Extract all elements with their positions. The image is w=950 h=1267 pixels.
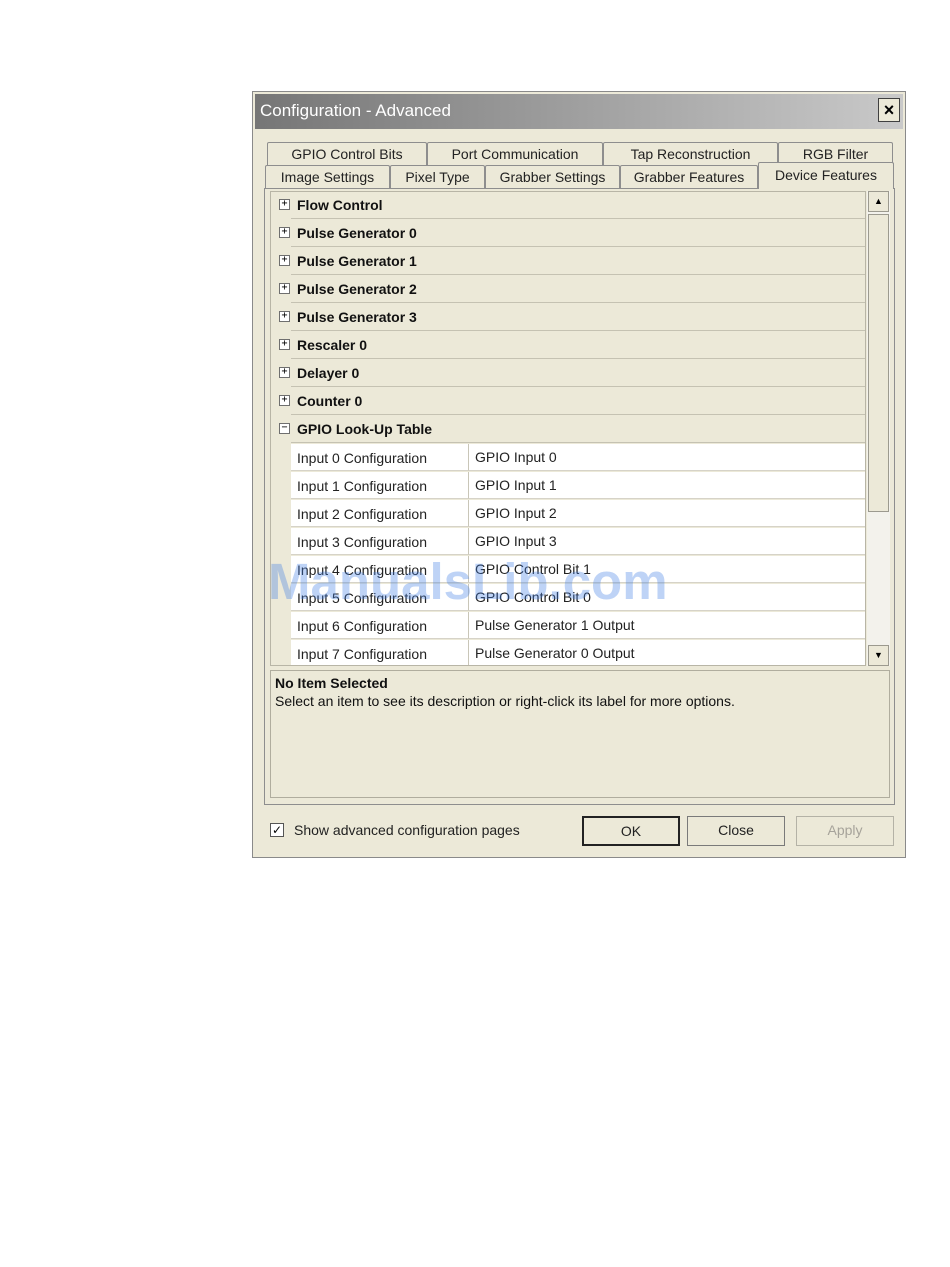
category-label: Pulse Generator 0	[291, 220, 865, 247]
tab-image-settings[interactable]: Image Settings	[265, 165, 390, 189]
category-label: Pulse Generator 2	[291, 276, 865, 303]
tab-grabber-settings[interactable]: Grabber Settings	[485, 165, 620, 189]
category-row-rescaler-0[interactable]: + Rescaler 0	[271, 332, 865, 360]
category-label: Counter 0	[291, 388, 865, 415]
property-name[interactable]: Input 1 Configuration	[291, 472, 469, 499]
show-advanced-checkbox[interactable]: ✓	[270, 823, 284, 837]
category-label: Rescaler 0	[291, 332, 865, 359]
vertical-scrollbar[interactable]: ▲ ▼	[867, 191, 890, 666]
property-name[interactable]: Input 3 Configuration	[291, 528, 469, 555]
property-row[interactable]: Input 0 Configuration GPIO Input 0	[271, 444, 865, 472]
category-label: Pulse Generator 1	[291, 248, 865, 275]
property-row[interactable]: Input 2 Configuration GPIO Input 2	[271, 500, 865, 528]
description-title: No Item Selected	[275, 675, 388, 691]
window-title: Configuration - Advanced	[260, 101, 451, 120]
description-text: Select an item to see its description or…	[275, 693, 735, 709]
close-button[interactable]: Close	[687, 816, 785, 846]
category-label: Pulse Generator 3	[291, 304, 865, 331]
category-row-pulse-generator-0[interactable]: + Pulse Generator 0	[271, 220, 865, 248]
category-label: Flow Control	[291, 192, 865, 219]
property-name[interactable]: Input 2 Configuration	[291, 500, 469, 527]
property-row[interactable]: Input 7 Configuration Pulse Generator 0 …	[271, 640, 865, 665]
property-row[interactable]: Input 6 Configuration Pulse Generator 1 …	[271, 612, 865, 640]
property-row[interactable]: Input 5 Configuration GPIO Control Bit 0	[271, 584, 865, 612]
tab-pixel-type[interactable]: Pixel Type	[390, 165, 485, 189]
plus-box-icon[interactable]: +	[279, 255, 290, 266]
scroll-down-icon[interactable]: ▼	[868, 645, 889, 666]
property-row[interactable]: Input 4 Configuration GPIO Control Bit 1	[271, 556, 865, 584]
category-row-flow-control[interactable]: + Flow Control	[271, 192, 865, 220]
property-grid: + Flow Control + Pulse Generator 0 + Pul…	[270, 191, 866, 666]
category-row-pulse-generator-2[interactable]: + Pulse Generator 2	[271, 276, 865, 304]
minus-box-icon[interactable]: −	[279, 423, 290, 434]
property-name[interactable]: Input 4 Configuration	[291, 556, 469, 583]
property-name[interactable]: Input 5 Configuration	[291, 584, 469, 611]
tab-panel: + Flow Control + Pulse Generator 0 + Pul…	[264, 188, 895, 805]
scroll-up-icon[interactable]: ▲	[868, 191, 889, 212]
plus-box-icon[interactable]: +	[279, 199, 290, 210]
property-value[interactable]: GPIO Input 3	[469, 528, 865, 555]
close-icon[interactable]: ×	[878, 98, 900, 122]
tab-port-communication[interactable]: Port Communication	[427, 142, 603, 166]
plus-box-icon[interactable]: +	[279, 283, 290, 294]
tab-grabber-features[interactable]: Grabber Features	[620, 165, 758, 189]
apply-button[interactable]: Apply	[796, 816, 894, 846]
category-row-pulse-generator-1[interactable]: + Pulse Generator 1	[271, 248, 865, 276]
scrollbar-thumb[interactable]	[868, 214, 889, 512]
plus-box-icon[interactable]: +	[279, 339, 290, 350]
property-value[interactable]: Pulse Generator 1 Output	[469, 612, 865, 639]
property-row[interactable]: Input 3 Configuration GPIO Input 3	[271, 528, 865, 556]
configuration-dialog: Configuration - Advanced × GPIO Control …	[252, 91, 906, 858]
tab-gpio-control-bits[interactable]: GPIO Control Bits	[267, 142, 427, 166]
category-row-delayer-0[interactable]: + Delayer 0	[271, 360, 865, 388]
title-bar[interactable]: Configuration - Advanced ×	[255, 94, 903, 129]
property-value[interactable]: Pulse Generator 0 Output	[469, 640, 865, 665]
property-value[interactable]: GPIO Control Bit 1	[469, 556, 865, 583]
category-row-gpio-look-up-table[interactable]: − GPIO Look-Up Table	[271, 416, 865, 444]
plus-box-icon[interactable]: +	[279, 227, 290, 238]
show-advanced-label[interactable]: Show advanced configuration pages	[294, 822, 520, 838]
category-row-pulse-generator-3[interactable]: + Pulse Generator 3	[271, 304, 865, 332]
category-row-counter-0[interactable]: + Counter 0	[271, 388, 865, 416]
property-name[interactable]: Input 6 Configuration	[291, 612, 469, 639]
plus-box-icon[interactable]: +	[279, 311, 290, 322]
property-value[interactable]: GPIO Input 1	[469, 472, 865, 499]
ok-button[interactable]: OK	[582, 816, 680, 846]
property-name[interactable]: Input 7 Configuration	[291, 640, 469, 665]
category-label: Delayer 0	[291, 360, 865, 387]
description-panel: No Item Selected Select an item to see i…	[270, 670, 890, 798]
plus-box-icon[interactable]: +	[279, 367, 290, 378]
property-value[interactable]: GPIO Input 2	[469, 500, 865, 527]
property-value[interactable]: GPIO Input 0	[469, 444, 865, 471]
tab-tap-reconstruction[interactable]: Tap Reconstruction	[603, 142, 778, 166]
property-name[interactable]: Input 0 Configuration	[291, 444, 469, 471]
plus-box-icon[interactable]: +	[279, 395, 290, 406]
property-value[interactable]: GPIO Control Bit 0	[469, 584, 865, 611]
tab-device-features[interactable]: Device Features	[758, 162, 894, 189]
category-label: GPIO Look-Up Table	[291, 416, 865, 443]
property-row[interactable]: Input 1 Configuration GPIO Input 1	[271, 472, 865, 500]
